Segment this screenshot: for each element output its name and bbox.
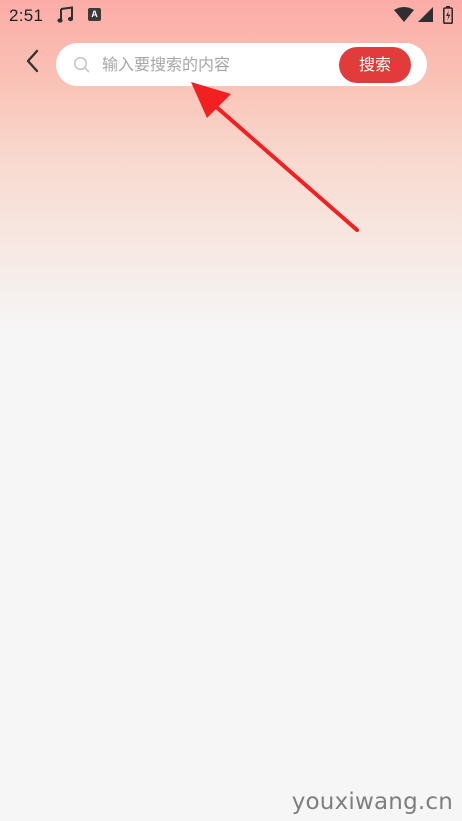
battery-icon — [443, 6, 453, 24]
signal-icon — [418, 7, 433, 22]
wifi-icon — [394, 7, 414, 23]
search-icon — [73, 56, 91, 74]
watermark: youxiwang.cn — [291, 789, 453, 815]
music-note-icon — [57, 6, 75, 24]
a-badge-icon: A — [88, 8, 101, 21]
chevron-left-icon — [25, 49, 41, 77]
status-time: 2:51 — [9, 6, 44, 25]
back-button[interactable] — [18, 48, 48, 78]
status-bar: 2:51 A — [0, 0, 462, 32]
annotation-arrow-icon — [191, 82, 359, 232]
